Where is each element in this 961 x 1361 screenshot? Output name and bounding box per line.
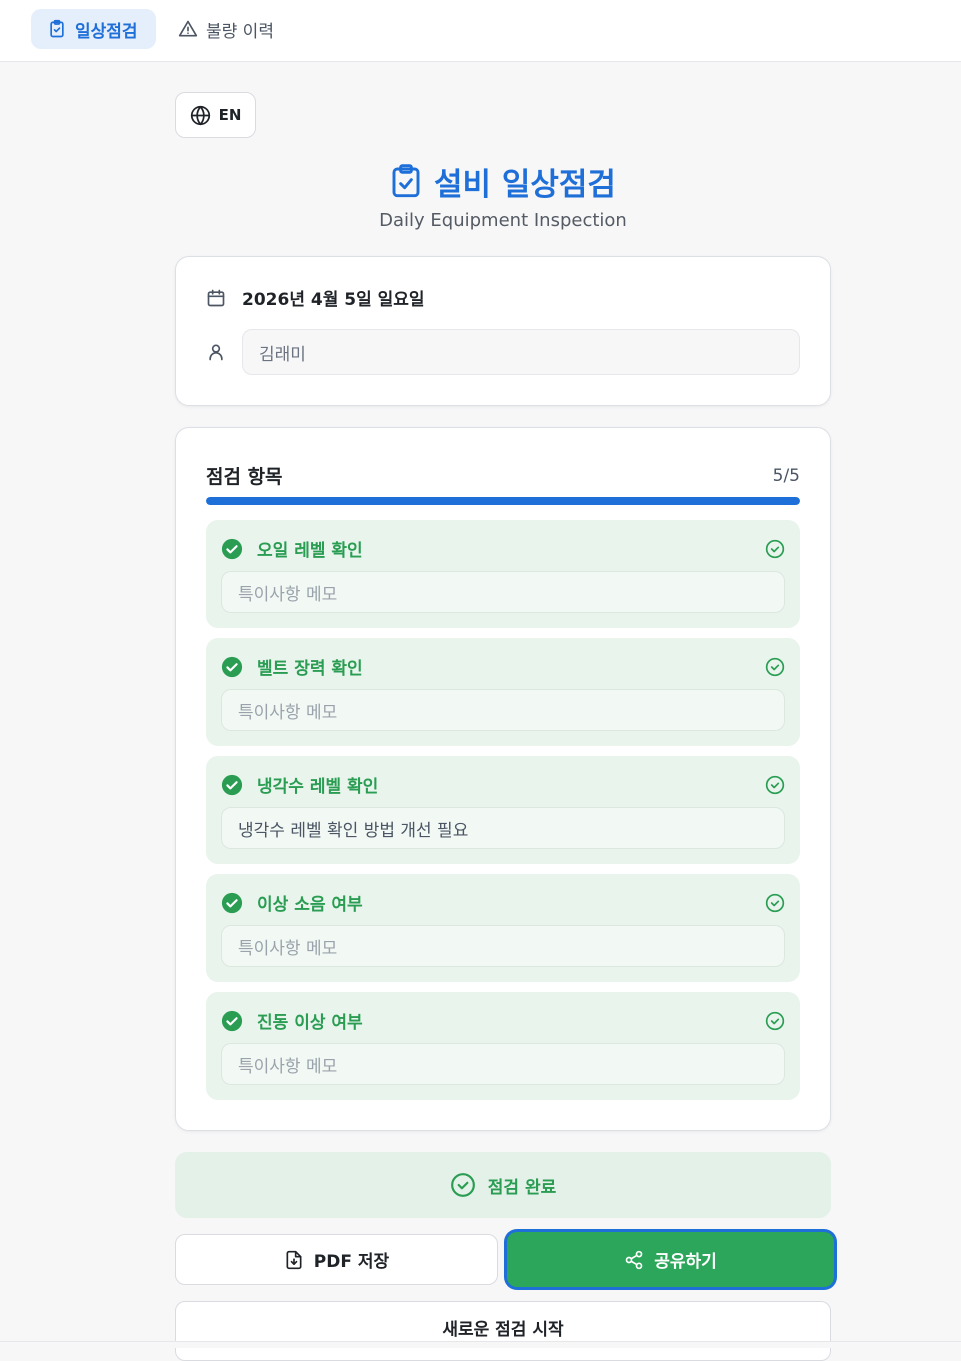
complete-inspection-label: 점검 완료 [487, 1177, 557, 1198]
check-circle-toggle-icon[interactable] [765, 775, 785, 795]
share-icon [625, 1250, 643, 1269]
checklist-title: 점검 항목 [206, 466, 283, 488]
check-circle-filled-icon [221, 1010, 243, 1031]
memo-input[interactable]: 특이사항 메모 [221, 925, 785, 967]
new-inspection-button[interactable]: 새로운 점검 시작 [175, 1301, 831, 1361]
check-circle-filled-icon [221, 774, 243, 795]
check-circle-icon [450, 1173, 475, 1197]
checklist-item-label[interactable]: 냉각수 레벨 확인 [257, 772, 751, 797]
calendar-icon [207, 289, 225, 306]
checklist-item: 이상 소음 여부 특이사항 메모 [206, 874, 800, 982]
memo-input[interactable]: 냉각수 레벨 확인 방법 개선 필요 [221, 807, 785, 849]
share-label: 공유하기 [654, 1252, 717, 1272]
check-circle-toggle-icon[interactable] [765, 539, 785, 559]
tab-defect-history[interactable]: 불량 이력 [162, 9, 290, 49]
globe-icon [190, 105, 210, 125]
checklist-item-label[interactable]: 이상 소음 여부 [257, 890, 751, 915]
check-circle-filled-icon [221, 656, 243, 677]
bottom-divider [0, 1341, 961, 1348]
checklist-item-label[interactable]: 벨트 장력 확인 [257, 654, 751, 679]
memo-input[interactable]: 특이사항 메모 [221, 689, 785, 731]
checklist-card: 점검 항목 5/5 오일 레벨 확인 특이사항 메모 벨트 장력 확인 특이사항… [175, 427, 831, 1131]
clipboard-check-icon [50, 19, 64, 38]
check-circle-toggle-icon[interactable] [765, 1011, 785, 1031]
top-navigation: 일상점검 불량 이력 [0, 0, 961, 62]
page-title-text: 설비 일상점검 [434, 166, 616, 203]
check-circle-toggle-icon[interactable] [765, 893, 785, 913]
check-circle-toggle-icon[interactable] [765, 657, 785, 677]
inspection-date: 2026년 4월 5일 일요일 [242, 290, 425, 310]
user-icon [209, 344, 223, 361]
checklist-item-label[interactable]: 오일 레벨 확인 [257, 536, 751, 561]
checklist-item: 벨트 장력 확인 특이사항 메모 [206, 638, 800, 746]
page-subtitle: Daily Equipment Inspection [379, 210, 627, 231]
progress-bar [206, 497, 800, 505]
checklist-item-label[interactable]: 진동 이상 여부 [257, 1008, 751, 1033]
inspector-row: 김래미 [206, 329, 800, 375]
file-download-icon [286, 1250, 302, 1269]
new-inspection-label: 새로운 점검 시작 [442, 1320, 564, 1340]
checklist-header: 점검 항목 5/5 [206, 462, 800, 489]
check-circle-filled-icon [221, 892, 243, 913]
tab-defect-history-label: 불량 이력 [206, 21, 274, 42]
memo-input[interactable]: 특이사항 메모 [221, 1043, 785, 1085]
complete-inspection-button[interactable]: 점검 완료 [175, 1152, 831, 1218]
tab-daily-inspection[interactable]: 일상점검 [31, 9, 156, 49]
checklist-item: 오일 레벨 확인 특이사항 메모 [206, 520, 800, 628]
checklist-item: 냉각수 레벨 확인 냉각수 레벨 확인 방법 개선 필요 [206, 756, 800, 864]
language-label: EN [218, 106, 242, 124]
clipboard-check-icon [392, 164, 420, 198]
check-circle-filled-icon [221, 538, 243, 559]
tab-daily-inspection-label: 일상점검 [75, 21, 138, 42]
share-button[interactable]: 공유하기 [507, 1232, 834, 1287]
date-row: 2026년 4월 5일 일요일 [206, 285, 425, 310]
memo-input[interactable]: 특이사항 메모 [221, 571, 785, 613]
pdf-save-label: PDF 저장 [313, 1252, 390, 1272]
checklist-item: 진동 이상 여부 특이사항 메모 [206, 992, 800, 1100]
language-toggle-button[interactable]: EN [175, 92, 256, 138]
pdf-save-button[interactable]: PDF 저장 [175, 1234, 498, 1285]
warning-triangle-icon [178, 20, 198, 37]
inspector-name-input[interactable]: 김래미 [242, 329, 800, 375]
page-title: 설비 일상점검 [175, 160, 831, 203]
inspection-info-card: 2026년 4월 5일 일요일 김래미 [175, 256, 831, 406]
checklist-count: 5/5 [772, 465, 800, 486]
progress-fill [206, 497, 800, 505]
